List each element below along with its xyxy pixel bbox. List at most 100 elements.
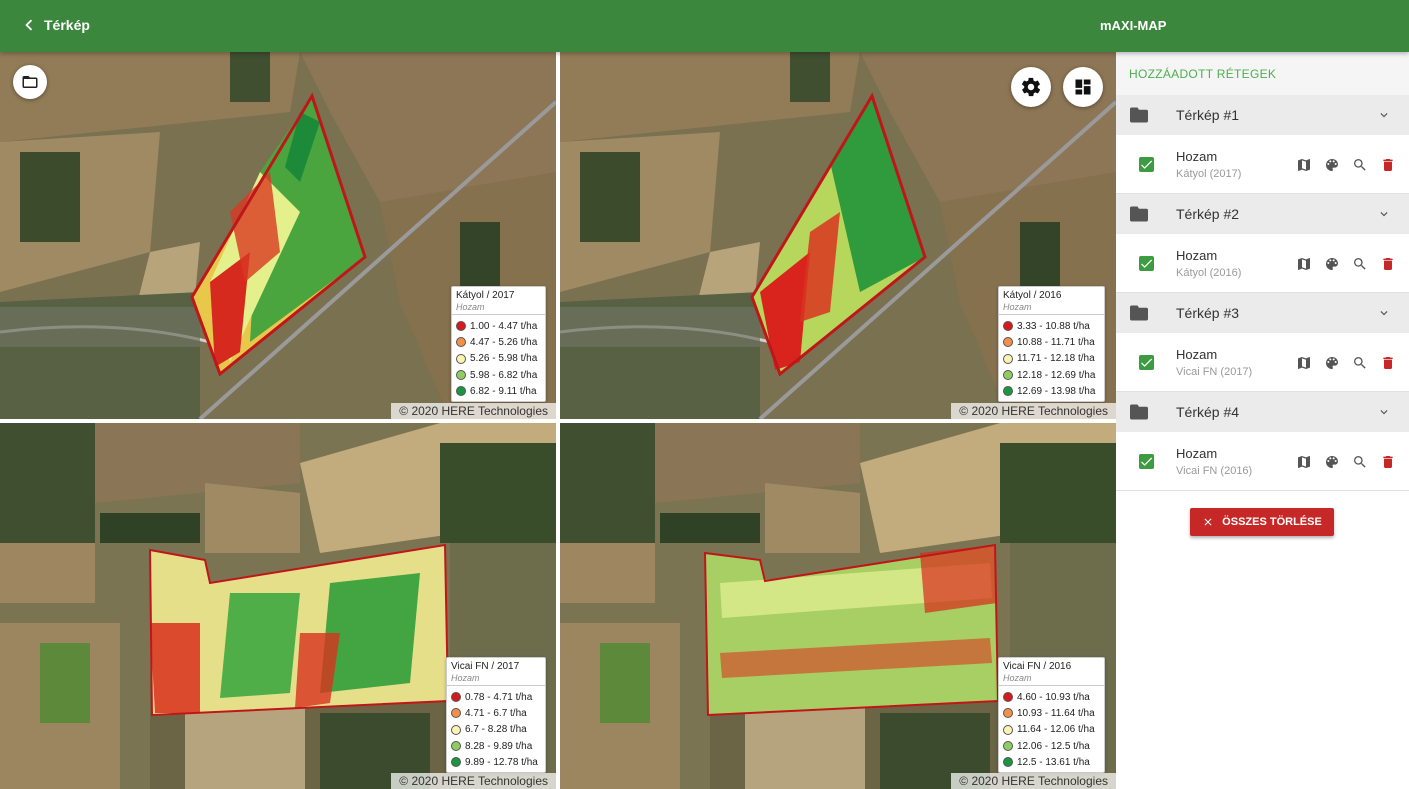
layer-visibility-checkbox[interactable] (1139, 157, 1154, 172)
legend-item: 12.06 - 12.5 t/ha (999, 738, 1104, 754)
layer-name: Hozam (1176, 248, 1218, 263)
legend-title: Vicai FN / 2017 (451, 661, 520, 672)
map-credit: © 2020 HERE Technologies (391, 403, 556, 419)
back-button[interactable]: Térkép (18, 14, 90, 36)
layers-panel: HOZZÁADOTT RÉTEGEK Térkép #1 Hozam Kátyo… (1116, 52, 1409, 789)
legend-color-dot (456, 370, 466, 381)
chevron-down-icon[interactable] (1377, 405, 1391, 419)
check-icon (1141, 259, 1153, 268)
map-group-name: Térkép #1 (1176, 107, 1240, 123)
palette-icon (1326, 258, 1338, 270)
chevron-left-icon (25, 19, 33, 31)
close-icon (1204, 518, 1212, 526)
palette-button[interactable] (1318, 155, 1346, 175)
legend-item: 10.93 - 11.64 t/ha (999, 705, 1104, 721)
legend-subtitle: Hozam (1003, 302, 1032, 312)
folder-icon (1130, 107, 1148, 123)
map-group-header[interactable]: Térkép #2 (1116, 194, 1409, 234)
legend-color-dot (1003, 337, 1013, 348)
legend-color-dot (451, 757, 461, 768)
trash-icon (1383, 357, 1393, 369)
legend-title: Vicai FN / 2016 (1003, 661, 1072, 672)
palette-button[interactable] (1318, 353, 1346, 373)
layer-item: Hozam Vicai FN (2016) (1116, 432, 1409, 491)
legend-item: 11.64 - 12.06 t/ha (999, 722, 1104, 738)
map-group-header[interactable]: Térkép #4 (1116, 392, 1409, 432)
layer-visibility-checkbox[interactable] (1139, 454, 1154, 469)
legend-item: 11.71 - 12.18 t/ha (999, 351, 1104, 367)
legend-color-dot (1003, 370, 1013, 381)
legend-item: 4.47 - 5.26 t/ha (452, 334, 545, 350)
legend-item: 12.5 - 13.61 t/ha (999, 754, 1104, 770)
chevron-down-icon[interactable] (1377, 108, 1391, 122)
legend-color-dot (451, 741, 461, 752)
layout-button[interactable] (1063, 67, 1103, 107)
legend-subtitle: Hozam (451, 673, 480, 683)
palette-button[interactable] (1318, 254, 1346, 274)
map-credit: © 2020 HERE Technologies (391, 773, 556, 789)
layer-visibility-checkbox[interactable] (1139, 355, 1154, 370)
legend-color-dot (451, 724, 461, 735)
map-layer-button[interactable] (1290, 254, 1318, 274)
map-group-header[interactable]: Térkép #1 (1116, 95, 1409, 135)
map-group-name: Térkép #4 (1176, 404, 1240, 420)
map-panel-2[interactable]: Kátyol / 2016 Hozam 3.33 - 10.88 t/ha 10.… (560, 52, 1116, 419)
delete-layer-button[interactable] (1374, 254, 1402, 274)
chevron-down-icon[interactable] (1377, 207, 1391, 221)
legend-color-dot (1003, 321, 1013, 332)
legend-color-dot (1003, 757, 1013, 768)
dashboard-layout-icon (1075, 79, 1091, 95)
zoom-to-layer-button[interactable] (1346, 155, 1374, 175)
map-group-name: Térkép #2 (1176, 206, 1240, 222)
map-panel-4[interactable]: Vicai FN / 2016 Hozam 4.60 - 10.93 t/ha 1… (560, 423, 1116, 789)
legend-subtitle: Hozam (456, 302, 485, 312)
zoom-to-layer-button[interactable] (1346, 353, 1374, 373)
legend-item: 6.7 - 8.28 t/ha (447, 722, 545, 738)
legend-item: 10.88 - 11.71 t/ha (999, 334, 1104, 350)
palette-icon (1326, 357, 1338, 369)
delete-layer-button[interactable] (1374, 452, 1402, 472)
map-panel-1[interactable]: Kátyol / 2017 Hozam 1.00 - 4.47 t/ha 4.47… (0, 52, 556, 419)
map-legend: Kátyol / 2016 Hozam 3.33 - 10.88 t/ha 10.… (998, 286, 1105, 403)
clear-all-button[interactable]: ÖSSZES TÖRLÉSE (1190, 508, 1334, 536)
legend-color-dot (1003, 708, 1013, 719)
map-icon (1298, 258, 1310, 270)
layer-name: Hozam (1176, 347, 1218, 362)
map-group-name: Térkép #3 (1176, 305, 1240, 321)
legend-item: 12.69 - 13.98 t/ha (999, 383, 1104, 399)
gear-icon (1021, 77, 1041, 97)
legend-color-dot (1003, 353, 1013, 364)
map-layer-button[interactable] (1290, 452, 1318, 472)
legend-color-dot (1003, 741, 1013, 752)
layer-source: Vicai FN (2016) (1176, 465, 1253, 477)
legend-title: Kátyol / 2016 (1003, 290, 1062, 301)
legend-item: 5.26 - 5.98 t/ha (452, 351, 545, 367)
map-layer-button[interactable] (1290, 353, 1318, 373)
zoom-icon (1354, 159, 1366, 171)
palette-button[interactable] (1318, 452, 1346, 472)
legend-color-dot (1003, 386, 1013, 397)
delete-layer-button[interactable] (1374, 155, 1402, 175)
layer-item: Hozam Kátyol (2017) (1116, 135, 1409, 194)
palette-icon (1326, 456, 1338, 468)
chevron-down-icon[interactable] (1377, 306, 1391, 320)
legend-item: 12.18 - 12.69 t/ha (999, 367, 1104, 383)
map-group-header[interactable]: Térkép #3 (1116, 293, 1409, 333)
map-panel-3[interactable]: Vicai FN / 2017 Hozam 0.78 - 4.71 t/ha 4.… (0, 423, 556, 789)
open-folder-button[interactable] (13, 65, 47, 99)
legend-item: 0.78 - 4.71 t/ha (447, 689, 545, 705)
legend-item: 6.82 - 9.11 t/ha (452, 383, 545, 399)
legend-item: 9.89 - 12.78 t/ha (447, 754, 545, 770)
zoom-to-layer-button[interactable] (1346, 452, 1374, 472)
map-layer-button[interactable] (1290, 155, 1318, 175)
zoom-to-layer-button[interactable] (1346, 254, 1374, 274)
settings-button[interactable] (1011, 67, 1051, 107)
map-icon (1298, 456, 1310, 468)
check-icon (1141, 358, 1153, 367)
legend-color-dot (451, 692, 461, 703)
check-icon (1141, 457, 1153, 466)
legend-title: Kátyol / 2017 (456, 290, 515, 301)
layer-visibility-checkbox[interactable] (1139, 256, 1154, 271)
layer-source: Kátyol (2017) (1176, 168, 1242, 180)
delete-layer-button[interactable] (1374, 353, 1402, 373)
